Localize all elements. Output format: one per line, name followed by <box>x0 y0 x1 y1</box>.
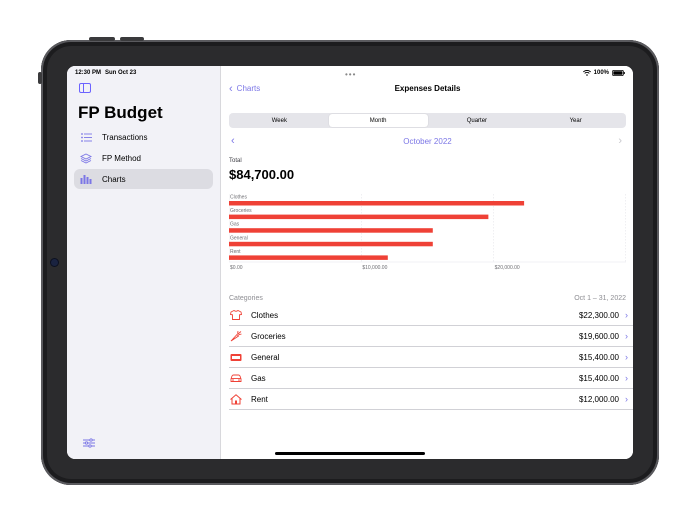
sidebar-item-fp-method[interactable]: FP Method <box>74 148 213 168</box>
house-icon <box>230 393 242 405</box>
category-name: Clothes <box>251 310 279 320</box>
category-amount: $12,000.00 <box>578 394 619 404</box>
chevron-right-icon: › <box>625 373 628 383</box>
category-amount: $15,400.00 <box>578 352 619 362</box>
status-right: 100% <box>582 68 625 78</box>
category-name: Gas <box>251 373 266 383</box>
sliders-icon[interactable] <box>83 435 95 448</box>
previous-period-button[interactable]: ‹ <box>231 135 235 147</box>
category-row-rent[interactable]: Rent $12,000.00 › <box>229 389 633 410</box>
category-name: Rent <box>251 394 268 404</box>
chevron-right-icon: › <box>625 352 628 362</box>
detail-pane: ••• 100% ‹ Charts Expenses Details Week … <box>222 66 633 459</box>
category-name: General <box>251 352 280 362</box>
segment-week[interactable]: Week <box>230 114 329 127</box>
hardware-button <box>120 37 144 41</box>
chart-bar-rent <box>229 255 388 260</box>
chevron-right-icon: › <box>625 394 628 404</box>
chart-category-label: Gas <box>230 222 240 228</box>
chart-category-label: Rent <box>230 249 241 255</box>
multitasking-dots-icon[interactable]: ••• <box>345 70 356 79</box>
shirt-icon <box>230 309 242 321</box>
sidebar-item-transactions[interactable]: Transactions <box>74 127 213 147</box>
sidebar-item-label: Transactions <box>102 132 148 142</box>
camera <box>51 259 58 266</box>
chart-category-label: Groceries <box>230 208 252 214</box>
next-period-button[interactable]: › <box>618 135 622 147</box>
chart-bar-gas <box>229 228 433 233</box>
status-time: 12:30 PM <box>75 70 102 76</box>
list-icon <box>80 131 92 143</box>
chart-tick-label: $0.00 <box>230 265 243 271</box>
categories-header: Categories Oct 1 – 31, 2022 <box>229 295 626 302</box>
sidebar: 12:30 PM Sun Oct 23 FP Budget Transactio… <box>67 66 221 459</box>
chart-bar-general <box>229 241 433 247</box>
battery-percent: 100% <box>593 70 609 76</box>
carrot-icon <box>230 330 242 342</box>
segment-quarter[interactable]: Quarter <box>428 114 527 127</box>
bar-chart-icon <box>80 173 92 185</box>
home-indicator <box>275 452 425 455</box>
category-name: Groceries <box>251 331 286 341</box>
sidebar-item-label: Charts <box>102 174 126 184</box>
category-row-clothes[interactable]: Clothes $22,300.00 › <box>229 305 633 326</box>
screen: 12:30 PM Sun Oct 23 FP Budget Transactio… <box>67 66 633 459</box>
battery-icon <box>612 70 625 76</box>
category-amount: $22,300.00 <box>578 310 619 320</box>
wifi-icon <box>582 70 591 76</box>
segment-month[interactable]: Month <box>328 114 428 127</box>
sidebar-item-label: FP Method <box>102 153 141 163</box>
hardware-button <box>38 72 42 84</box>
category-row-general[interactable]: General $15,400.00 › <box>229 347 633 368</box>
status-date: Sun Oct 23 <box>105 70 137 76</box>
chevron-right-icon: › <box>625 310 628 320</box>
chart-bar-groceries <box>229 214 489 220</box>
ticket-icon <box>230 351 242 363</box>
page-title: Expenses Details <box>394 84 461 93</box>
app-title: FP Budget <box>78 103 163 122</box>
chart-category-label: General <box>230 235 248 241</box>
category-row-gas[interactable]: Gas $15,400.00 › <box>229 368 633 389</box>
total-caption: Total <box>229 158 242 164</box>
segment-year[interactable]: Year <box>526 114 625 127</box>
car-icon <box>230 372 242 384</box>
category-amount: $19,600.00 <box>578 331 619 341</box>
total-value: $84,700.00 <box>229 167 295 182</box>
chart-bar-clothes <box>229 201 525 206</box>
category-amount: $15,400.00 <box>578 373 619 383</box>
chart-category-label: Clothes <box>230 195 247 201</box>
hardware-button <box>89 37 115 41</box>
chart-tick-label: $10,000.00 <box>362 265 387 271</box>
sidebar-item-charts[interactable]: Charts <box>74 169 213 189</box>
period-label: October 2022 <box>403 136 452 146</box>
layers-icon <box>80 152 92 164</box>
categories-date-range: Oct 1 – 31, 2022 <box>574 295 626 302</box>
categories-title: Categories <box>229 295 263 302</box>
category-row-groceries[interactable]: Groceries $19,600.00 › <box>229 326 633 347</box>
period-segmented-control: Week Month Quarter Year <box>229 113 626 128</box>
period-navigator: ‹ October 2022 › <box>229 134 626 148</box>
chart-tick-label: $20,000.00 <box>495 265 520 271</box>
chevron-right-icon: › <box>625 331 628 341</box>
sidebar-toggle-icon[interactable] <box>79 83 91 93</box>
expenses-bar-chart: Clothes Groceries Gas General Rent $0.00 $10,0… <box>229 194 626 271</box>
